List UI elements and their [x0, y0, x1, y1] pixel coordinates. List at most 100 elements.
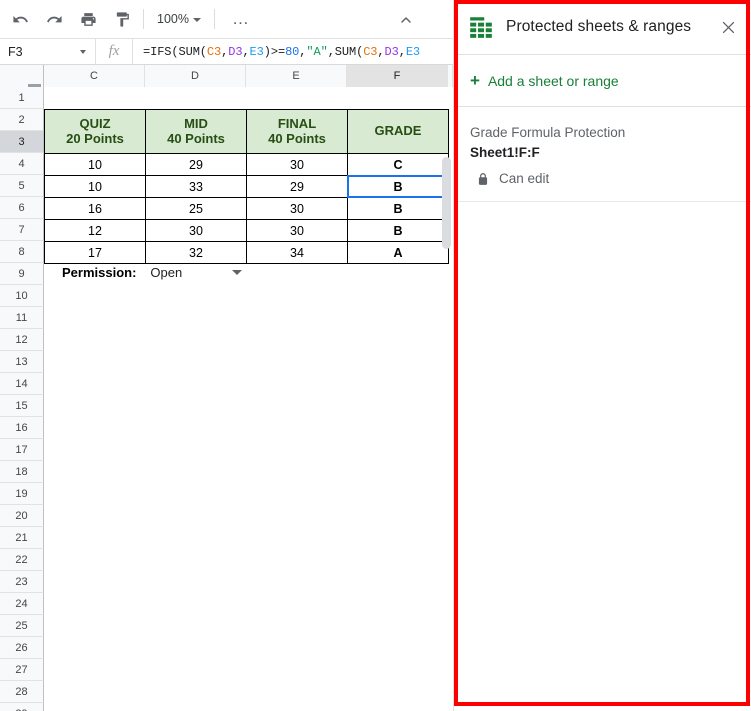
zoom-selector[interactable]: 100%	[151, 9, 207, 29]
protection-permission-label: Can edit	[499, 171, 550, 186]
cell-d4[interactable]: 33	[145, 175, 247, 198]
cell-e7[interactable]: 34	[246, 241, 348, 264]
row-header-22[interactable]: 22	[0, 549, 44, 571]
header-cell-final: FINAL 40 Points	[246, 109, 348, 154]
cell-c4[interactable]: 10	[44, 175, 146, 198]
cell-c5[interactable]: 16	[44, 197, 146, 220]
protection-permission-row: Can edit	[470, 171, 735, 187]
formula-token: ,	[377, 44, 385, 59]
formula-input[interactable]: =IFS(SUM(C3, D3, E3)>= 80, "A" ,SUM(C3, D3, E3	[133, 39, 453, 64]
formula-token: ,	[299, 44, 307, 59]
permission-row: Permission: Open	[62, 265, 243, 280]
header-cell-quiz: QUIZ 20 Points	[44, 109, 146, 154]
print-icon[interactable]	[74, 5, 102, 33]
cell-c7[interactable]: 17	[44, 241, 146, 264]
cell-d7[interactable]: 32	[145, 241, 247, 264]
cell-d6[interactable]: 30	[145, 219, 247, 242]
cells-area[interactable]: QUIZ 20 Points MID 40 Points FINAL 40 Po…	[44, 87, 453, 711]
formula-token: ,	[398, 44, 406, 59]
row-headers: 1 2 3 4 5 6 7 8 9 10 11 12 13 14 15 16 17 18 19 20 21 22 23 24 2…	[0, 87, 44, 711]
table-row[interactable]: 10 29 30 C	[44, 153, 449, 176]
row-header-18[interactable]: 18	[0, 461, 44, 483]
row-header-14[interactable]: 14	[0, 373, 44, 395]
redo-icon[interactable]	[40, 5, 68, 33]
row-header-8[interactable]: 8	[0, 241, 44, 263]
cell-c3[interactable]: 10	[44, 153, 146, 176]
add-sheet-or-range-button[interactable]: + Add a sheet or range	[454, 55, 751, 107]
header-cell-grade: GRADE	[347, 109, 449, 154]
spreadsheet-grid-icon	[470, 17, 492, 38]
name-box[interactable]: F3	[0, 39, 95, 64]
toolbar-divider	[143, 9, 144, 29]
add-sheet-or-range-label: Add a sheet or range	[487, 72, 619, 89]
row-header-13[interactable]: 13	[0, 351, 44, 373]
row-header-20[interactable]: 20	[0, 505, 44, 527]
row-header-12[interactable]: 12	[0, 329, 44, 351]
header-quiz-line1: QUIZ	[79, 115, 111, 131]
cell-f7[interactable]: A	[347, 241, 449, 264]
row-header-6[interactable]: 6	[0, 197, 44, 219]
row-header-24[interactable]: 24	[0, 593, 44, 615]
lock-icon	[478, 172, 488, 185]
row-header-3[interactable]: 3	[0, 131, 44, 153]
row-header-27[interactable]: 27	[0, 659, 44, 681]
row-header-21[interactable]: 21	[0, 527, 44, 549]
table-row[interactable]: 16 25 30 B	[44, 197, 449, 220]
table-header-row: QUIZ 20 Points MID 40 Points FINAL 40 Po…	[44, 109, 449, 154]
formula-token: "A"	[306, 44, 328, 59]
cell-f3[interactable]: C	[347, 153, 449, 176]
paint-format-icon[interactable]	[108, 5, 136, 33]
cell-e4[interactable]: 29	[246, 175, 348, 198]
cell-d5[interactable]: 25	[145, 197, 247, 220]
undo-icon[interactable]	[6, 5, 34, 33]
formula-bar: F3 fx =IFS(SUM(C3, D3, E3)>= 80, "A" ,SUM(C3,…	[0, 38, 453, 65]
protected-sheets-panel: Protected sheets & ranges + Add a sheet …	[453, 0, 751, 711]
header-final-line2: 40 Points	[268, 130, 326, 146]
row-header-23[interactable]: 23	[0, 571, 44, 593]
formula-token: D3	[384, 44, 399, 59]
google-sheets-window: 100% … F3 fx =IFS(SUM(C3, D3, E3)>= 80, "A",…	[0, 0, 751, 711]
list-item[interactable]: Grade Formula Protection Sheet1!F:F Can …	[454, 119, 751, 202]
table-row[interactable]: 17 32 34 A	[44, 241, 449, 264]
row-header-7[interactable]: 7	[0, 219, 44, 241]
row-header-28[interactable]: 28	[0, 681, 44, 703]
row-header-29[interactable]: 29	[0, 703, 44, 711]
cell-d3[interactable]: 29	[145, 153, 247, 176]
cell-f6[interactable]: B	[347, 219, 449, 242]
row-header-5[interactable]: 5	[0, 175, 44, 197]
cell-e3[interactable]: 30	[246, 153, 348, 176]
collapse-menus-icon[interactable]	[395, 9, 417, 31]
row-header-17[interactable]: 17	[0, 439, 44, 461]
row-header-2[interactable]: 2	[0, 109, 44, 131]
column-header-e[interactable]: E	[246, 65, 347, 87]
row-header-19[interactable]: 19	[0, 483, 44, 505]
chevron-down-icon[interactable]	[232, 270, 243, 275]
table-row[interactable]: 10 33 29 B	[44, 175, 449, 198]
vertical-scrollbar[interactable]	[442, 157, 451, 249]
close-icon[interactable]	[715, 14, 741, 40]
row-header-16[interactable]: 16	[0, 417, 44, 439]
row-header-10[interactable]: 10	[0, 285, 44, 307]
column-header-f[interactable]: F	[347, 65, 448, 87]
permission-value[interactable]: Open	[150, 265, 182, 280]
table-row[interactable]: 12 30 30 B	[44, 219, 449, 242]
header-grade-line1: GRADE	[374, 123, 422, 139]
protection-name: Grade Formula Protection	[470, 125, 626, 140]
more-options-icon[interactable]: …	[224, 10, 258, 27]
cell-f5[interactable]: B	[347, 197, 449, 220]
select-all-corner[interactable]	[0, 65, 44, 87]
column-header-d[interactable]: D	[145, 65, 246, 87]
cell-e6[interactable]: 30	[246, 219, 348, 242]
row-header-11[interactable]: 11	[0, 307, 44, 329]
cell-e5[interactable]: 30	[246, 197, 348, 220]
row-header-4[interactable]: 4	[0, 153, 44, 175]
cell-c6[interactable]: 12	[44, 219, 146, 242]
formula-token: D3	[228, 44, 243, 59]
row-header-25[interactable]: 25	[0, 615, 44, 637]
row-header-1[interactable]: 1	[0, 87, 44, 109]
cell-f4[interactable]: B	[347, 175, 449, 198]
row-header-9[interactable]: 9	[0, 263, 44, 285]
column-header-c[interactable]: C	[44, 65, 145, 87]
row-header-26[interactable]: 26	[0, 637, 44, 659]
row-header-15[interactable]: 15	[0, 395, 44, 417]
